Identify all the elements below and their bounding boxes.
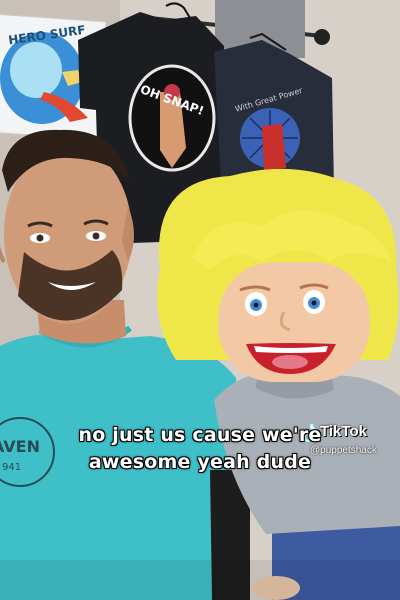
caption-line-1: no just us cause we're [78, 424, 322, 446]
bottom-shade [0, 560, 400, 600]
rod-finial [314, 29, 330, 45]
man-head [0, 129, 134, 324]
video-frame: HERO SURF OH SNAP! With Great Power AVEN… [0, 0, 400, 600]
caption-line-2: awesome yeah dude [88, 451, 312, 473]
